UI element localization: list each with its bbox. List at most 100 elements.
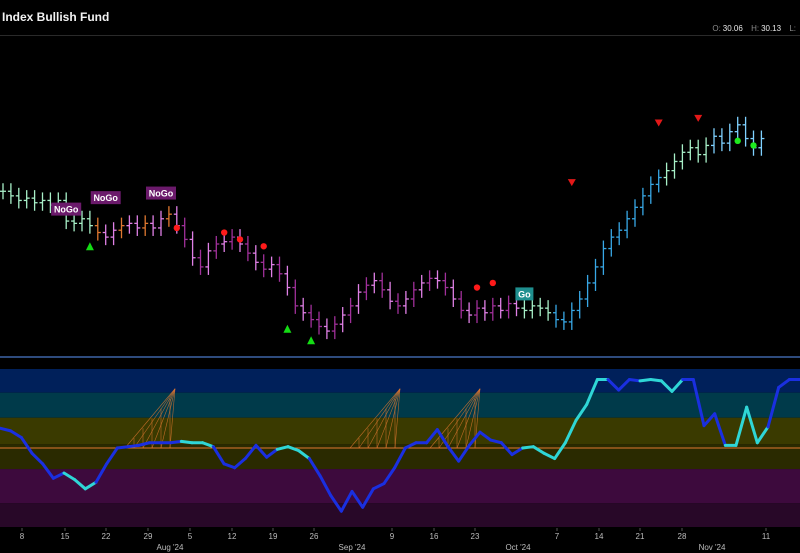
- nogo-label: NoGo: [146, 186, 176, 200]
- price-bar: [86, 210, 93, 234]
- red-dot-marker: [221, 229, 228, 236]
- price-bar: [742, 116, 749, 147]
- price-bar: [371, 272, 378, 294]
- price-bar: [23, 190, 30, 209]
- osc-band-2: [0, 417, 800, 445]
- nogo-label: NoGo: [51, 202, 82, 216]
- price-bar: [711, 128, 717, 154]
- price-bar: [7, 183, 14, 204]
- green-dot-marker: [734, 137, 741, 145]
- go-label: Go: [515, 287, 534, 301]
- x-axis-day-label: 28: [678, 532, 687, 541]
- x-axis-day-label: 16: [430, 532, 439, 541]
- price-bar: [31, 190, 38, 211]
- price-bar: [734, 116, 741, 140]
- osc-line-segment: [179, 439, 194, 445]
- price-bar: [450, 279, 457, 308]
- price-bar: [165, 206, 172, 227]
- x-axis-day-label: 14: [595, 532, 604, 541]
- green-triangle-marker: [307, 336, 316, 345]
- price-bar: [379, 272, 386, 298]
- price-bar: [521, 300, 528, 319]
- green-dot-marker: [750, 142, 757, 149]
- price-bar: [410, 281, 417, 308]
- price-bar: [695, 139, 702, 163]
- price-bar: [284, 265, 291, 296]
- price-bar: [726, 123, 733, 152]
- price-bar: [592, 258, 599, 291]
- price-bar: [632, 199, 638, 227]
- price-bar: [426, 270, 433, 291]
- price-bar: [671, 153, 678, 179]
- price-bar: [134, 215, 141, 236]
- price-bar: [624, 210, 631, 239]
- nogo-label: NoGo: [90, 191, 121, 205]
- price-bar: [568, 302, 575, 330]
- price-bar: [600, 240, 607, 275]
- osc-band-4: [0, 469, 800, 504]
- price-bar: [458, 290, 465, 319]
- price-bar: [663, 162, 670, 186]
- price-bar: [189, 231, 196, 266]
- price-bar: [276, 256, 283, 282]
- x-axis-month-label: Sep '24: [339, 543, 366, 552]
- x-axis-day-label: 23: [471, 532, 480, 541]
- price-bar: [221, 233, 228, 253]
- price-bar: [639, 187, 646, 216]
- price-bar: [679, 144, 686, 170]
- price-bar: [308, 304, 315, 328]
- red-dot-marker: [173, 224, 180, 232]
- price-bar: [655, 169, 662, 193]
- red-triangle-marker: [567, 179, 576, 187]
- price-bar: [434, 270, 441, 289]
- price-bar: [268, 256, 275, 278]
- price-bar: [647, 176, 654, 204]
- red-dot-marker: [260, 243, 267, 250]
- price-bar: [181, 217, 188, 248]
- green-triangle-marker: [85, 242, 94, 251]
- chart-canvas[interactable]: NoGo NoGo NoGo Go 8 15 22 29 Aug '24 5 12 19 26 Sep '…: [0, 0, 800, 553]
- x-axis-day-label: 7: [555, 532, 560, 541]
- osc-line-segment: [649, 378, 663, 383]
- price-bar: [142, 215, 149, 236]
- price-bar: [505, 295, 512, 319]
- price-bar: [395, 293, 401, 314]
- x-axis-day-label: 8: [20, 532, 25, 541]
- price-bar: [497, 297, 504, 319]
- price-bar: [339, 307, 346, 333]
- price-bar: [347, 297, 354, 324]
- price-bar: [71, 213, 78, 232]
- red-triangle-marker: [694, 114, 703, 122]
- nogo-label-text: NoGo: [149, 189, 174, 199]
- x-axis-day-label: 11: [762, 532, 771, 541]
- osc-band-1: [0, 392, 800, 418]
- x-axis-day-label: 15: [61, 532, 70, 541]
- price-bar: [197, 249, 204, 275]
- price-bar: [718, 128, 725, 152]
- x-axis-day-label: 5: [188, 532, 193, 541]
- green-triangle-marker: [283, 324, 292, 333]
- price-bar: [553, 304, 559, 328]
- price-bar: [387, 281, 394, 310]
- price-bar: [363, 277, 370, 301]
- price-bar: [323, 318, 330, 340]
- price-bar: [292, 279, 299, 314]
- x-axis-day-label: 22: [102, 532, 111, 541]
- osc-line-segment: [115, 445, 130, 450]
- price-bar: [158, 210, 164, 236]
- price-bar: [252, 245, 259, 271]
- price-bar: [537, 297, 544, 317]
- price-bar: [442, 272, 449, 296]
- osc-line-segment: [638, 378, 653, 383]
- osc-line-segment: [169, 439, 183, 445]
- price-bar: [560, 311, 567, 330]
- price-bar: [616, 222, 623, 246]
- price-bar: [229, 229, 236, 250]
- price-bar: [244, 235, 251, 262]
- price-bar: [545, 300, 552, 321]
- go-label-text: Go: [518, 289, 531, 299]
- osc-line-segment: [627, 378, 642, 383]
- x-axis-day-label: 21: [636, 532, 645, 541]
- price-bar: [608, 229, 615, 257]
- price-bar: [529, 297, 536, 319]
